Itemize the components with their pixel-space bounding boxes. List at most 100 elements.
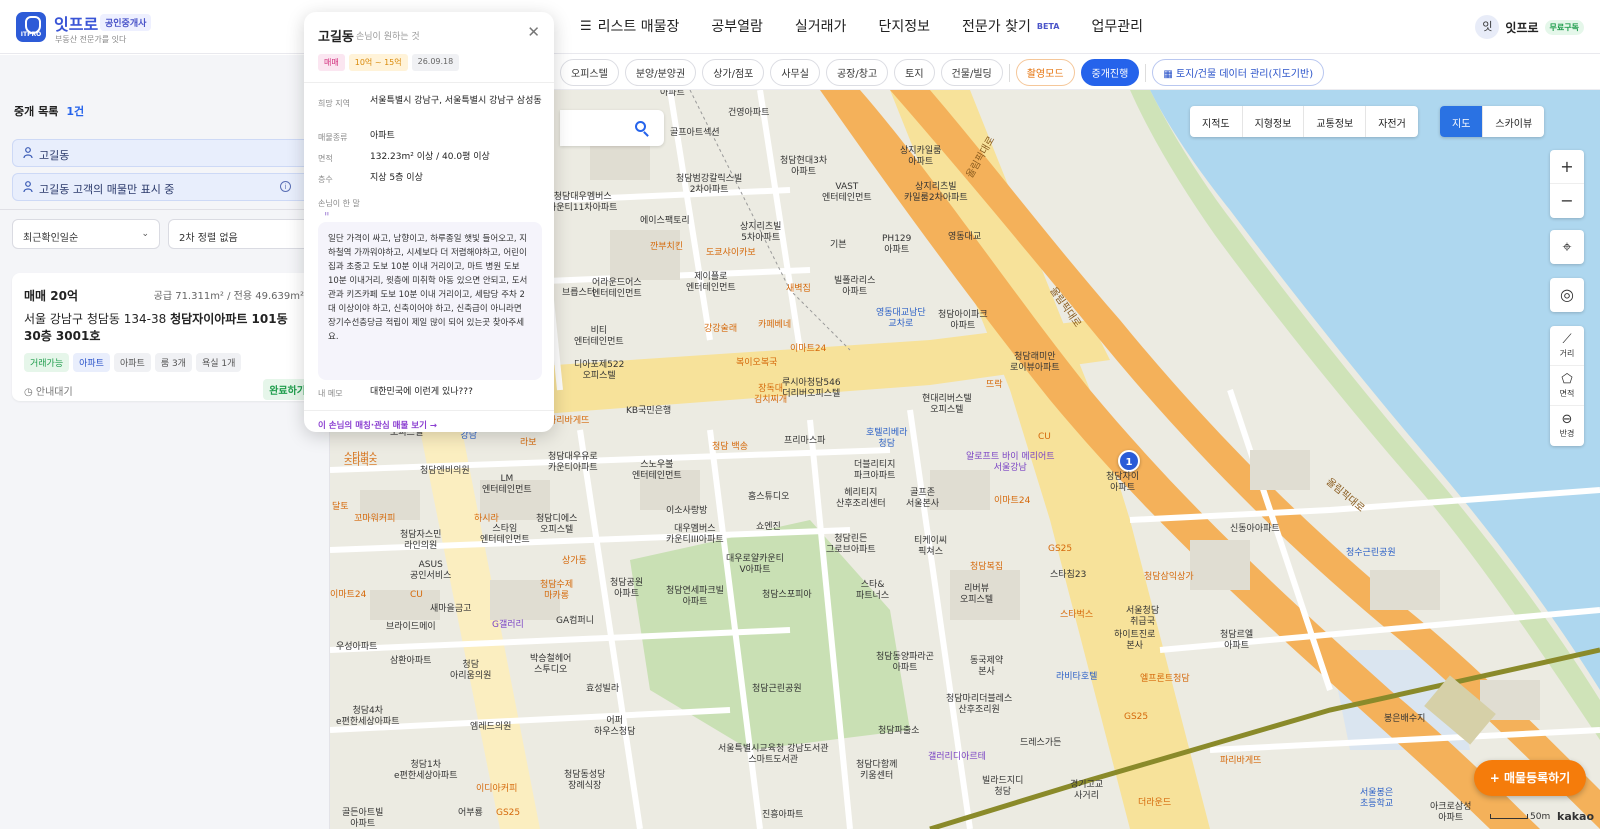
map-label: 기븐 xyxy=(830,240,847,250)
map-label: 스타벅스 xyxy=(344,452,378,462)
property-marker[interactable]: 1 xyxy=(1118,450,1140,472)
filter-chip-factory[interactable]: 공장/창고 xyxy=(825,59,889,86)
map-label: 브라이드메이 xyxy=(386,622,436,632)
location-pin-icon[interactable]: ◎ xyxy=(1550,278,1584,312)
scale-text: 50m xyxy=(1530,812,1551,822)
nav-find-expert[interactable]: 전문가 찾기 BETA xyxy=(962,16,1059,36)
map-label: 건영아파트 xyxy=(728,108,770,118)
avatar[interactable]: 잇 xyxy=(1475,15,1500,39)
map-label: 이마트24 xyxy=(790,344,827,354)
map-label: 드레스가든 xyxy=(1020,738,1062,748)
memo-value[interactable]: 대한민국에 이런게 있나??? xyxy=(370,385,542,399)
listing-card[interactable]: 매매 20억 공급 71.311m² / 전용 49.639m² 서울 강남구 … xyxy=(12,273,312,401)
address-prefix: 서울 강남구 청담동 134-38 xyxy=(24,312,171,326)
brokerage-progress-button[interactable]: 중개진행 xyxy=(1080,59,1140,86)
map-label: 티케이씨 픽쳐스 xyxy=(914,536,948,557)
nav-public-records[interactable]: 공부열람 xyxy=(711,16,763,36)
divider xyxy=(1008,63,1010,82)
map-label: 엘프론트청담 xyxy=(1140,674,1190,684)
map-label: CU xyxy=(1038,432,1051,442)
nav-label: 공부열람 xyxy=(711,19,763,35)
locate-control: ⌖ xyxy=(1550,230,1584,264)
map-label: 서울특별시교육청 강남도서관 스마트도서관 xyxy=(718,744,829,765)
row-value: 지상 5층 이상 xyxy=(370,173,423,183)
map-label: 쇼엔진 xyxy=(756,522,781,532)
nav-real-price[interactable]: 실거래가 xyxy=(795,16,847,36)
client-search-input[interactable]: 고길동 xyxy=(12,139,312,167)
filter-chip-store[interactable]: 상가/점포 xyxy=(702,59,765,86)
view-map-button[interactable]: 지도 xyxy=(1440,106,1484,137)
land-data-button[interactable]: ▦ 토지/건물 데이터 관리(지도기반) xyxy=(1152,59,1325,86)
map-label: 아크로삼성 아파트 xyxy=(1430,802,1472,823)
nav-work-management[interactable]: 업무관리 xyxy=(1091,16,1143,36)
listing-tags: 거래가능 아파트 아파트 룸 3개 욕실 1개 xyxy=(24,353,242,372)
user-menu[interactable]: 잇 잇프로 무료구독 xyxy=(1475,15,1584,39)
filter-chip-presale[interactable]: 분양/분양권 xyxy=(624,59,697,86)
map-label: 브릅스터 xyxy=(562,288,596,298)
crosshair-icon[interactable]: ⌖ xyxy=(1550,230,1584,264)
tag-available: 거래가능 xyxy=(24,353,70,372)
map-label: 스타임 엔터테인먼트 xyxy=(480,524,530,545)
map-label: 청담동성당 장례식장 xyxy=(564,770,606,791)
map-search-input[interactable] xyxy=(560,110,664,146)
brand-name[interactable]: 잇프로 xyxy=(54,11,98,35)
zoom-controls: + − xyxy=(1550,150,1584,218)
photo-mode-button[interactable]: 촬영모드 xyxy=(1015,59,1075,86)
filter-chip-officetel[interactable]: 오피스텔 xyxy=(560,59,619,86)
filter-chip-building[interactable]: 건물/빌딩 xyxy=(940,59,1003,86)
map-label: 라보 xyxy=(520,438,537,448)
sort-secondary-select[interactable]: 2차 정렬 없음 xyxy=(168,219,312,249)
layer-traffic-button[interactable]: 교통정보 xyxy=(1304,106,1367,137)
filter-chip-land[interactable]: 토지 xyxy=(894,59,935,86)
map-label: 골프아트섹션 xyxy=(670,128,720,138)
brand-tagline: 부동산 전문가를 잇다 xyxy=(55,35,127,44)
map-label: 이소사랑방 xyxy=(666,506,708,516)
client-subtitle: 손님이 원하는 것 xyxy=(356,32,420,42)
zoom-out-button[interactable]: − xyxy=(1550,184,1584,218)
nav-list-listings[interactable]: ☰ 리스트 매물장 xyxy=(580,16,679,36)
search-icon[interactable] xyxy=(635,121,646,132)
layer-terrain-button[interactable]: 지형정보 xyxy=(1243,106,1305,137)
map-label: 더라운드 xyxy=(1138,798,1172,808)
map-label: 깐부치킨 xyxy=(650,242,684,252)
map-label: 서울청담 취급국 xyxy=(1126,606,1160,627)
map-label: 우성아파트 xyxy=(336,642,378,652)
client-search-value: 고길동 xyxy=(39,149,70,162)
nav-complex-info[interactable]: 단지정보 xyxy=(878,16,930,36)
layer-bicycle-button[interactable]: 자전거 xyxy=(1366,106,1418,137)
zoom-in-button[interactable]: + xyxy=(1550,150,1584,184)
map-label: 청담마리더블레스 산후조리원 xyxy=(946,694,1013,715)
polygon-icon: ⬠ xyxy=(1561,372,1573,387)
area-tool-button[interactable]: ⬠ 면적 xyxy=(1550,366,1584,406)
radius-tool-button[interactable]: ⊖ 반경 xyxy=(1550,406,1584,446)
layer-cadastral-button[interactable]: 지적도 xyxy=(1190,106,1243,137)
map-label: 스노우볼 엔터테인먼트 xyxy=(632,460,682,481)
view-skyview-button[interactable]: 스카이뷰 xyxy=(1483,106,1544,137)
info-icon[interactable]: i xyxy=(280,181,291,192)
map-label: 갤러리디아르테 xyxy=(928,752,986,762)
logo-icon[interactable]: ITPRO xyxy=(16,12,46,42)
map-label: 청담디에스 오피스텔 xyxy=(536,514,578,535)
map-label: 스타침23 xyxy=(1050,570,1087,580)
map-label: 청담스포피아 xyxy=(762,590,812,600)
listing-price: 매매 20억 xyxy=(24,289,78,303)
sort-primary-select[interactable]: 최근확인일순 ⌄ xyxy=(12,219,160,249)
map-label: 진흥아파트 xyxy=(762,810,804,820)
map-label: 청담1차 e편한세상아파트 xyxy=(394,760,458,781)
map-label: 헤리티지 산후조리센터 xyxy=(836,488,886,509)
note-label: 손님이 한 말 xyxy=(318,199,360,208)
close-icon[interactable]: ✕ xyxy=(527,23,540,41)
map-label: 새마을금고 xyxy=(430,604,472,614)
map-label: 삼환아파트 xyxy=(390,656,432,666)
distance-tool-button[interactable]: ⟋ 거리 xyxy=(1550,326,1584,366)
matching-listings-link[interactable]: 이 손님의 매칭·관심 매물 보기 → xyxy=(318,419,437,431)
map-label: 복이오복국 xyxy=(736,358,778,368)
filter-chip-office[interactable]: 사무실 xyxy=(770,59,820,86)
register-listing-button[interactable]: + 매물등록하기 xyxy=(1474,760,1586,796)
sort-primary-value: 최근확인일순 xyxy=(23,233,79,244)
map-label: 청담아이파크 아파트 xyxy=(938,310,988,331)
map-label: 대우멤버스 카운티III아파트 xyxy=(666,524,724,545)
user-name[interactable]: 잇프로 xyxy=(1505,19,1538,36)
map-label: 서울봉은 초등학교 xyxy=(1360,788,1394,809)
map-label: 제이플로 엔터테인먼트 xyxy=(686,272,736,293)
